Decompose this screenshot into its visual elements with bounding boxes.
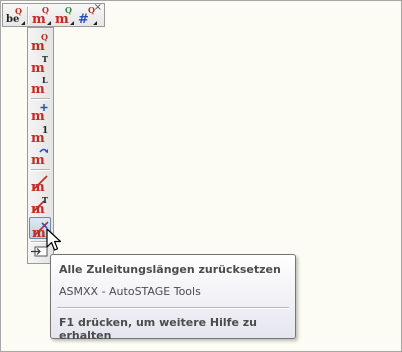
dropdown-corner-icon [93, 21, 97, 25]
svg-text:m: m [31, 109, 45, 122]
toolbar-separator [31, 169, 50, 171]
toolbar-separator [31, 98, 50, 100]
top-toolbar: be Q m Q m Q # Q × [2, 3, 105, 27]
m-t-button[interactable]: m T [30, 54, 50, 74]
svg-text:T: T [42, 195, 48, 205]
m-strike-button[interactable]: m [30, 173, 50, 193]
m-1-icon: m 1 [31, 126, 48, 144]
tooltip: Alle Zuleitungslängen zurücksetzen ASMXX… [50, 254, 296, 342]
svg-text:L: L [42, 75, 48, 85]
svg-text:Q: Q [41, 32, 48, 42]
svg-text:m: m [31, 180, 45, 193]
toolbar-separator [27, 7, 29, 24]
be-q-tool-button[interactable]: be Q [5, 5, 25, 25]
tooltip-title: Alle Zuleitungslängen zurücksetzen [59, 263, 281, 276]
m-arrow-icon: m [31, 148, 48, 166]
m-strike-icon: m [31, 175, 48, 193]
m-plus-button[interactable]: m [30, 102, 50, 122]
svg-text:1: 1 [42, 126, 48, 136]
m-q-icon: m Q [31, 32, 48, 52]
dropdown-corner-icon [47, 21, 51, 25]
mq-tool-button[interactable]: m Q [31, 5, 51, 25]
m-strike-t-button[interactable]: m T [30, 195, 50, 215]
svg-text:Q: Q [42, 5, 49, 15]
dropdown-corner-icon [21, 21, 25, 25]
tooltip-divider [57, 307, 289, 309]
mq-green-tool-button[interactable]: m Q [54, 5, 74, 25]
tooltip-subtitle: ASMXX - AutoSTAGE Tools [59, 285, 201, 298]
svg-text:Q: Q [15, 6, 22, 16]
m-t-icon: m T [31, 54, 48, 74]
m-strike-t-icon: m T [31, 195, 48, 215]
m-l-button[interactable]: m L [30, 75, 50, 95]
svg-text:m: m [32, 226, 46, 239]
tooltip-help-text: F1 drücken, um weitere Hilfe zu erhalten [59, 316, 257, 342]
m-plus-icon: m [31, 104, 48, 122]
mouse-pointer-icon [46, 228, 62, 251]
svg-text:T: T [42, 54, 48, 64]
m-l-icon: m L [31, 75, 48, 95]
m-arrow-button[interactable]: m [30, 146, 50, 166]
m-q-button[interactable]: m Q [30, 32, 50, 52]
svg-text:m: m [31, 153, 45, 166]
m-1-button[interactable]: m 1 [30, 124, 50, 144]
svg-text:Q: Q [65, 5, 72, 15]
close-icon[interactable]: × [94, 3, 102, 13]
dropdown-corner-icon [70, 21, 74, 25]
